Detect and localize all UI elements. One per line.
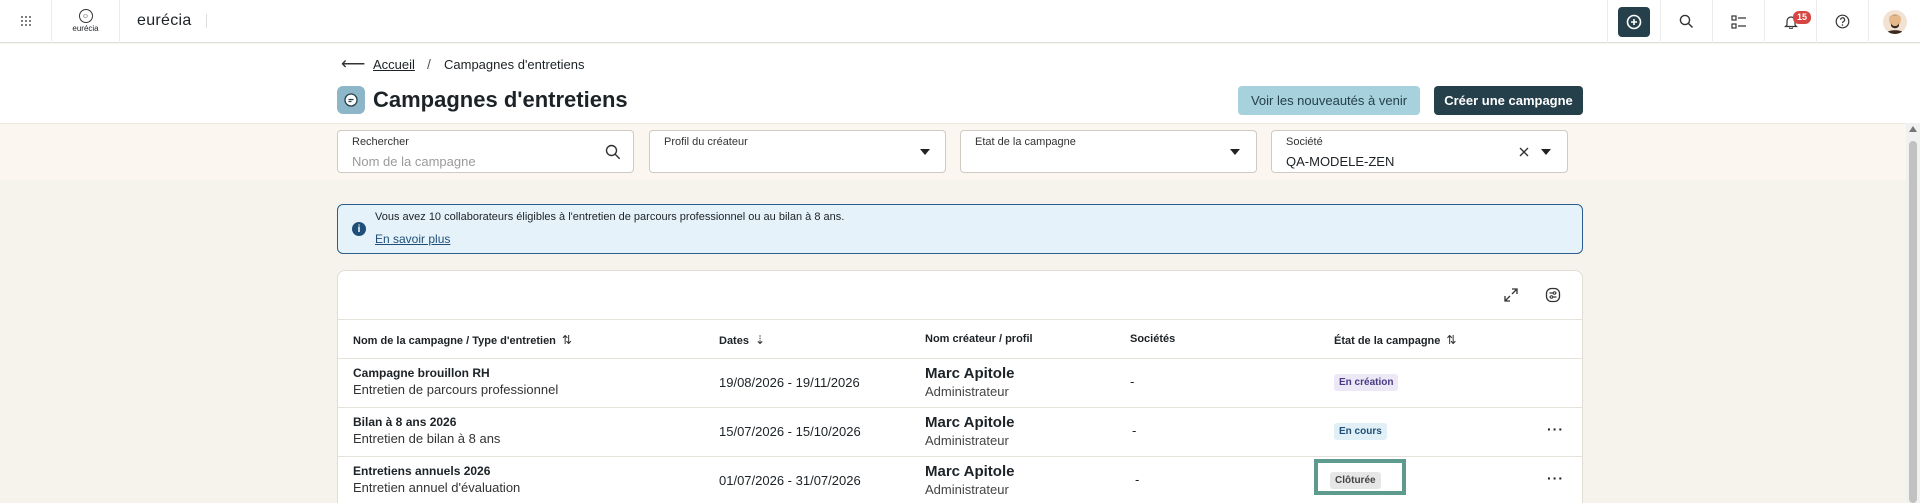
creator-profile: Administrateur — [925, 384, 1009, 399]
app-name: eurécia — [137, 12, 192, 29]
quick-add-button[interactable] — [1607, 0, 1660, 43]
search-icon — [1679, 14, 1693, 28]
column-header-dates[interactable]: Dates ⇣ — [719, 333, 765, 347]
info-banner: i Vous avez 10 collaborateurs éligibles … — [337, 204, 1583, 254]
campaign-name: Campagne brouillon RH — [353, 366, 490, 380]
apps-menu-button[interactable] — [0, 0, 52, 43]
column-label: Nom de la campagne / Type d'entretien — [353, 335, 556, 347]
breadcrumb-home-link[interactable]: Accueil — [373, 57, 415, 72]
table-row[interactable]: Campagne brouillon RH Entretien de parco… — [338, 359, 1582, 408]
status-badge: En cours — [1334, 423, 1387, 440]
learn-more-link[interactable]: En savoir plus — [375, 232, 450, 246]
logo-mark-icon: ☺ — [78, 9, 93, 23]
back-arrow-icon[interactable]: ⟵ — [341, 54, 365, 74]
search-input[interactable]: Rechercher Nom de la campagne — [337, 130, 634, 173]
column-header-creator: Nom créateur / profil — [925, 333, 1033, 345]
creator-profile-label: Profil du créateur — [664, 136, 748, 148]
top-navigation-bar: ☺ eurécia eurécia 15 — [0, 0, 1920, 43]
chevron-down-icon — [1541, 149, 1551, 155]
info-text: Vous avez 10 collaborateurs éligibles à … — [375, 211, 845, 223]
campaign-icon — [337, 86, 365, 114]
search-button[interactable] — [1660, 0, 1712, 43]
create-campaign-button[interactable]: Créer une campagne — [1434, 86, 1583, 115]
creator-name: Marc Apitole — [925, 463, 1015, 480]
sort-descending-icon[interactable]: ⇣ — [755, 333, 765, 347]
creator-name: Marc Apitole — [925, 365, 1015, 382]
campaign-state-select[interactable]: Etat de la campagne — [960, 130, 1257, 173]
interview-type: Entretien de parcours professionnel — [353, 382, 559, 397]
creator-profile: Administrateur — [925, 433, 1009, 448]
table-row[interactable]: Bilan à 8 ans 2026 Entretien de bilan à … — [338, 408, 1582, 457]
page-header — [0, 44, 1920, 123]
eurecia-logo[interactable]: ☺ eurécia — [52, 0, 120, 43]
scroll-up-arrow-icon[interactable] — [1909, 126, 1917, 132]
interview-type: Entretien de bilan à 8 ans — [353, 431, 501, 446]
campaign-dates: 19/08/2026 - 19/11/2026 — [719, 375, 860, 390]
column-label: Nom créateur / profil — [925, 333, 1033, 345]
column-label: Dates — [719, 335, 749, 347]
creator-name: Marc Apitole — [925, 414, 1015, 431]
column-header-companies: Sociétés — [1130, 333, 1175, 345]
user-avatar-icon — [1884, 13, 1905, 34]
column-header-state[interactable]: État de la campagne ⇅ — [1334, 333, 1456, 347]
search-label: Rechercher — [352, 136, 409, 148]
row-actions-button[interactable]: ··· — [1547, 421, 1564, 437]
company-label: Société — [1286, 136, 1323, 148]
column-label: État de la campagne — [1334, 335, 1441, 347]
focus-highlight — [1314, 459, 1406, 495]
help-button[interactable] — [1816, 0, 1868, 43]
campaign-dates: 01/07/2026 - 31/07/2026 — [719, 473, 861, 488]
column-header-name[interactable]: Nom de la campagne / Type d'entretien ⇅ — [353, 333, 572, 347]
campaign-name: Entretiens annuels 2026 — [353, 464, 491, 478]
sort-icon[interactable]: ⇅ — [1446, 333, 1456, 347]
row-actions-button[interactable]: ··· — [1547, 470, 1564, 486]
user-menu-button[interactable] — [1868, 0, 1920, 43]
column-settings-button[interactable] — [1543, 285, 1563, 305]
search-icon — [605, 144, 621, 160]
chevron-down-icon — [1230, 149, 1240, 155]
expand-button[interactable] — [1501, 285, 1521, 305]
campaign-name: Bilan à 8 ans 2026 — [353, 415, 457, 429]
interview-type: Entretien annuel d'évaluation — [353, 480, 521, 495]
companies-value: - — [1130, 374, 1135, 389]
campaign-dates: 15/07/2026 - 15/10/2026 — [719, 424, 861, 439]
upcoming-news-button[interactable]: Voir les nouveautés à venir — [1238, 86, 1420, 115]
page-scrollbar[interactable] — [1906, 123, 1920, 503]
notification-count-badge: 15 — [1793, 11, 1812, 24]
column-label: Sociétés — [1130, 333, 1176, 345]
companies-value: - — [1135, 472, 1140, 487]
settings-sliders-icon — [1545, 287, 1561, 303]
grid-icon — [20, 16, 31, 26]
company-select[interactable]: Société QA-MODELE-ZEN — [1271, 130, 1568, 173]
breadcrumb-current: Campagnes d'entretiens — [444, 57, 585, 72]
company-value: QA-MODELE-ZEN — [1286, 154, 1395, 169]
companies-value: - — [1132, 423, 1137, 438]
clear-icon[interactable] — [1519, 147, 1529, 157]
scrollbar-thumb[interactable] — [1909, 141, 1917, 503]
logo-text: eurécia — [72, 24, 99, 33]
task-list-icon — [1730, 14, 1746, 29]
page-title: Campagnes d'entretiens — [373, 87, 628, 112]
chat-bubble-icon — [344, 93, 358, 107]
tasks-button[interactable] — [1712, 0, 1764, 43]
help-circle-icon — [1835, 14, 1850, 29]
creator-profile: Administrateur — [925, 482, 1009, 497]
table-header: Nom de la campagne / Type d'entretien ⇅ D… — [338, 319, 1582, 359]
expand-icon — [1504, 288, 1518, 302]
sort-icon[interactable]: ⇅ — [562, 333, 572, 347]
status-badge: En création — [1334, 374, 1399, 391]
creator-profile-select[interactable]: Profil du créateur — [649, 130, 946, 173]
search-placeholder: Nom de la campagne — [352, 154, 476, 169]
breadcrumb-separator: / — [427, 56, 431, 72]
chevron-down-icon — [920, 149, 930, 155]
divider — [205, 14, 207, 28]
notifications-button[interactable]: 15 — [1764, 0, 1816, 43]
info-icon: i — [352, 222, 366, 236]
avatar — [1882, 9, 1907, 34]
plus-circle-icon — [1626, 14, 1642, 29]
campaign-state-label: Etat de la campagne — [975, 136, 1076, 148]
